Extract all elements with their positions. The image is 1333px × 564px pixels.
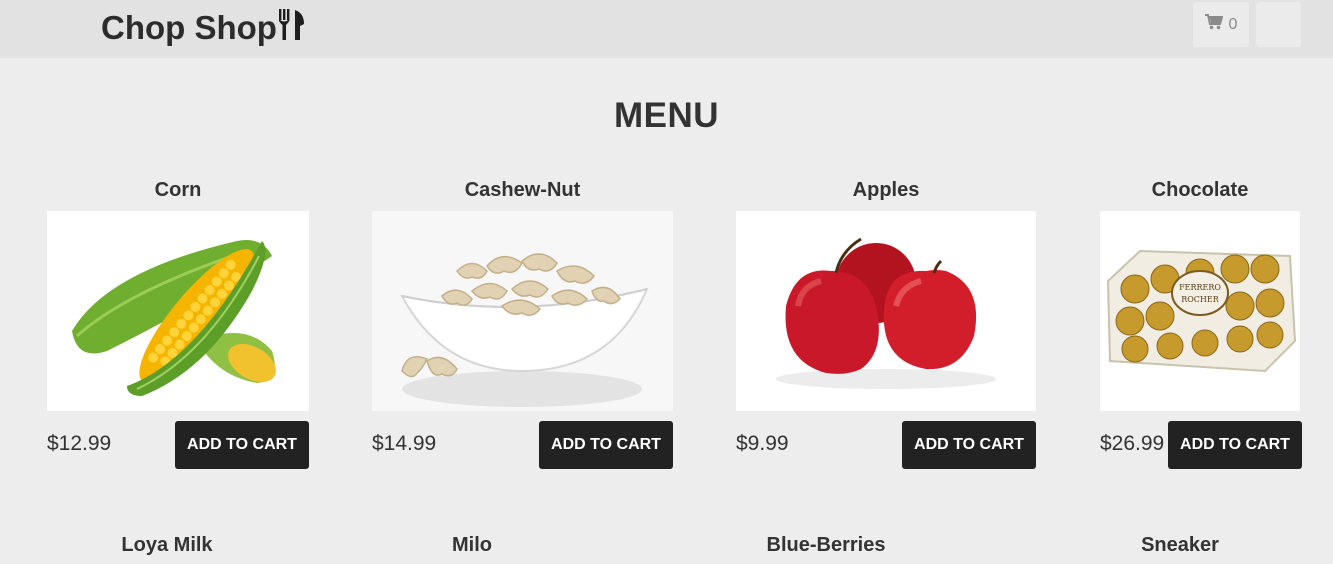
- add-to-cart-button-cashew-nut[interactable]: ADD TO CART: [539, 421, 673, 469]
- product-image-cashew-nut[interactable]: [372, 211, 673, 411]
- cart-icon: [1204, 14, 1223, 35]
- product-name-loya-milk: Loya Milk: [121, 534, 213, 556]
- product-image-apples[interactable]: [736, 211, 1036, 411]
- product-price-corn: $12.99: [47, 432, 112, 455]
- brand-name: Chop Shop: [101, 9, 277, 46]
- product-name-apples: Apples: [852, 179, 920, 201]
- product-name-blue-berries: Blue-Berries: [766, 534, 886, 556]
- menu-title: MENU: [613, 96, 720, 135]
- product-price-cashew-nut: $14.99: [372, 432, 437, 455]
- ferrero-label-top: FERRERO: [1179, 283, 1221, 292]
- brand-link[interactable]: Chop Shop: [101, 6, 306, 50]
- product-image-corn[interactable]: [47, 211, 309, 411]
- product-price-chocolate: $26.99: [1100, 432, 1165, 455]
- cart-button[interactable]: 0: [1193, 2, 1249, 47]
- product-name-corn: Corn: [154, 179, 202, 201]
- product-price-apples: $9.99: [736, 432, 789, 455]
- product-image-chocolate[interactable]: FERRERO ROCHER: [1100, 211, 1300, 411]
- cutlery-icon: [278, 7, 306, 50]
- navbar: Chop Shop 0: [0, 0, 1333, 58]
- add-to-cart-button-corn[interactable]: ADD TO CART: [175, 421, 309, 469]
- add-to-cart-button-apples[interactable]: ADD TO CART: [902, 421, 1036, 469]
- cart-count: 0: [1228, 15, 1238, 33]
- product-name-chocolate: Chocolate: [1151, 179, 1249, 201]
- add-to-cart-button-chocolate[interactable]: ADD TO CART: [1168, 421, 1302, 469]
- ferrero-label-bottom: ROCHER: [1181, 295, 1220, 304]
- product-name-milo: Milo: [452, 534, 492, 556]
- account-button[interactable]: [1256, 2, 1301, 47]
- product-name-sneaker: Sneaker: [1141, 534, 1219, 556]
- product-name-cashew-nut: Cashew-Nut: [464, 179, 581, 201]
